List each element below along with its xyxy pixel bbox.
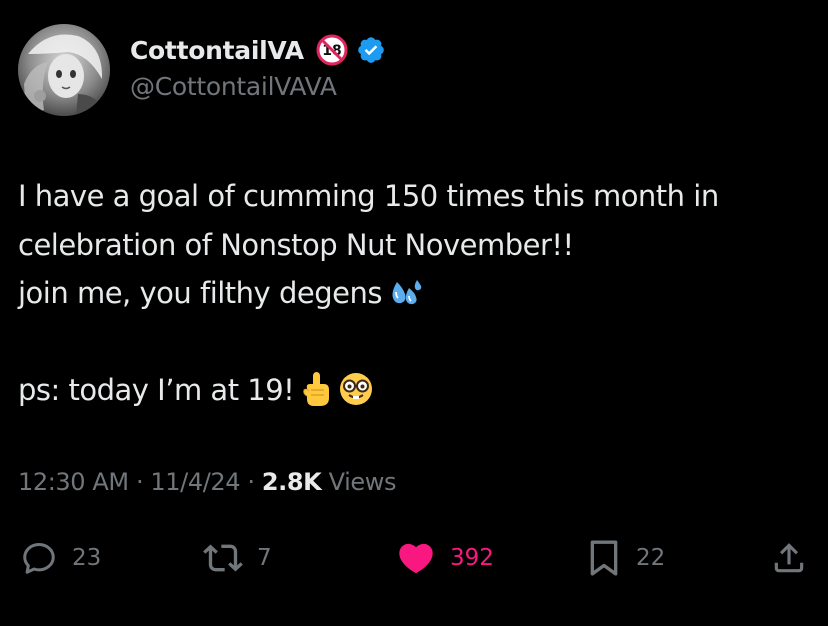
nerd-face-emoji: [340, 373, 373, 405]
reply-icon: [23, 543, 55, 574]
repost-button[interactable]: 7: [203, 535, 272, 581]
tweet-line: I have a goal of cumming 150 times this …: [18, 179, 719, 213]
bookmark-count: 22: [636, 545, 666, 571]
share-icon: [774, 543, 804, 573]
repost-count: 7: [257, 545, 272, 571]
sweat-droplets-emoji: [392, 280, 422, 305]
author-info: CottontailVA 18 @CottontailVAVA: [130, 32, 386, 101]
share-button[interactable]: [770, 535, 808, 581]
tweet-text: I have a goal of cumming 150 times this …: [18, 172, 818, 415]
avatar-image: [18, 24, 110, 116]
tweet-meta: 12:30 AM · 11/4/24 · 2.8K Views: [18, 468, 396, 496]
18-plus-icon: 18: [316, 34, 348, 66]
meta-separator: ·: [247, 468, 255, 496]
repost-icon: [203, 544, 243, 572]
reply-button[interactable]: 23: [20, 535, 101, 581]
pointing-up-emoji: [303, 372, 330, 406]
handle[interactable]: @CottontailVAVA: [130, 72, 386, 101]
like-button[interactable]: 392: [396, 535, 494, 581]
avatar[interactable]: [18, 24, 110, 116]
views-count: 2.8K: [261, 468, 322, 496]
tweet-line-text: join me, you filthy degens: [18, 276, 382, 310]
tweet-detail: CottontailVA 18 @CottontailVAVA I have a…: [0, 0, 828, 626]
tweet-date[interactable]: 11/4/24: [150, 468, 240, 496]
bookmark-button[interactable]: 22: [586, 535, 665, 581]
views-label: Views: [328, 468, 397, 496]
reply-count: 23: [72, 545, 102, 571]
heart-filled-icon: [399, 543, 433, 574]
display-name-row: CottontailVA 18: [130, 32, 386, 68]
verified-badge-icon[interactable]: [356, 35, 386, 65]
bookmark-icon: [590, 540, 618, 576]
tweet-line-with-emoji: join me, you filthy degens: [18, 269, 818, 318]
meta-separator: ·: [135, 468, 144, 496]
display-name[interactable]: CottontailVA: [130, 36, 304, 65]
tweet-line-with-emoji: ps: today I’m at 19!: [18, 366, 818, 415]
like-count: 392: [450, 545, 494, 571]
tweet-line-text: ps: today I’m at 19!: [18, 373, 295, 407]
tweet-time[interactable]: 12:30 AM: [18, 468, 129, 496]
tweet-line: celebration of Nonstop Nut November!!: [18, 227, 574, 262]
action-bar: 23 7 392 22: [0, 535, 828, 581]
